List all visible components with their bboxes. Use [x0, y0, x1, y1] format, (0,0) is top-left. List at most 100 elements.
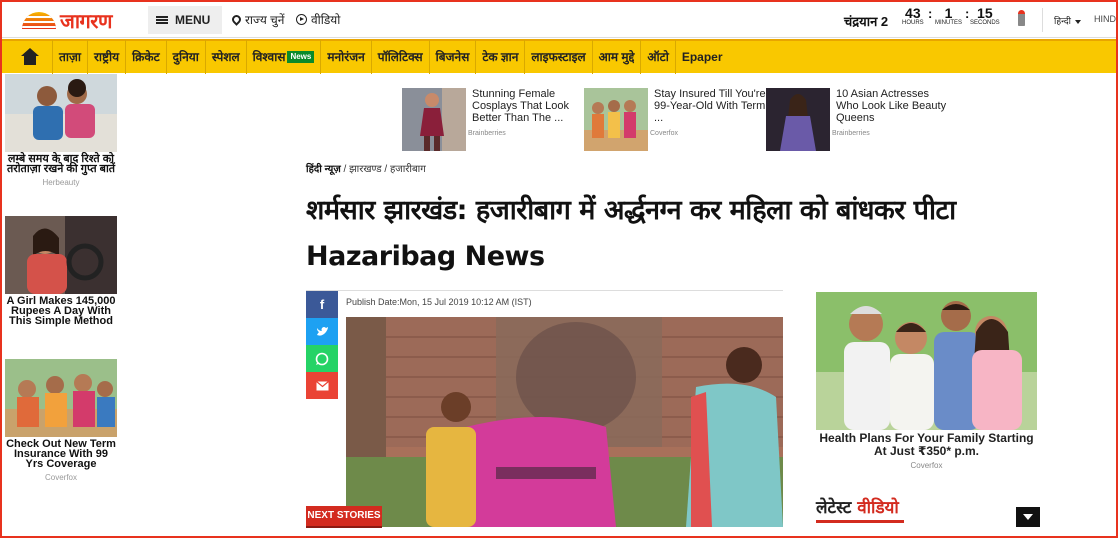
- article-image: [346, 317, 783, 527]
- ad-image: [5, 74, 117, 152]
- language-alt-label[interactable]: HINDI: [1094, 14, 1116, 24]
- main-nav: ताज़ा राष्ट्रीय क्रिकेट दुनिया स्पेशल वि…: [2, 39, 1116, 74]
- nav-item-cricket[interactable]: क्रिकेट: [125, 40, 166, 74]
- next-stories-button[interactable]: NEXT STORIES: [306, 506, 382, 526]
- ad-image: [5, 359, 117, 437]
- logo-text: जागरण: [60, 9, 112, 33]
- twitter-icon: [316, 327, 328, 336]
- rocket-icon: [1018, 10, 1025, 26]
- email-icon: [315, 380, 329, 390]
- left-ad-1[interactable]: लम्बे समय के बाद रिश्ते को तरोताज़ा रखने…: [5, 74, 117, 187]
- nav-item-vishwas-label: विश्वास: [252, 50, 286, 64]
- publish-date: Publish Date:Mon, 15 Jul 2019 10:12 AM (…: [346, 297, 532, 307]
- whatsapp-icon: [315, 352, 329, 365]
- ad-caption: लम्बे समय के बाद रिश्ते को तरोताज़ा रखने…: [6, 153, 116, 175]
- breadcrumb-separator: /: [343, 164, 347, 175]
- title-divider: [306, 290, 783, 291]
- ad-source: Brainberries: [468, 130, 506, 137]
- page-frame: जागरण MENU राज्य चुनें वीडियो चंद्रयान 2…: [0, 0, 1118, 538]
- countdown-separator: :: [928, 6, 933, 21]
- nav-item-rashtriya[interactable]: राष्ट्रीय: [86, 40, 125, 74]
- nav-item-special[interactable]: स्पेशल: [204, 40, 246, 74]
- left-ad-3[interactable]: Check Out New Term Insurance With 99 Yrs…: [5, 359, 117, 482]
- couple-photo: [5, 74, 117, 152]
- header-divider: [1042, 8, 1043, 32]
- location-pin-icon: [230, 13, 243, 26]
- state-selector-label: राज्य चुनें: [245, 13, 285, 27]
- nav-item-politics[interactable]: पॉलिटिक्स: [370, 40, 429, 74]
- state-selector[interactable]: राज्य चुनें: [230, 11, 285, 28]
- ad-title: Stunning Female Cosplays That Look Bette…: [472, 88, 570, 124]
- countdown-seconds-unit: SECONDS: [970, 20, 1000, 26]
- menu-button[interactable]: MENU: [148, 6, 222, 34]
- jagran-logo[interactable]: जागरण: [22, 7, 112, 34]
- countdown-separator: :: [965, 6, 970, 21]
- nav-item-manoranjan[interactable]: मनोरंजन: [320, 40, 370, 74]
- family-photo: [5, 359, 117, 437]
- ad-caption: A Girl Makes 145,000 Rupees A Day With T…: [6, 295, 116, 327]
- nav-item-tech[interactable]: टेक ज्ञान: [475, 40, 524, 74]
- language-select[interactable]: हिन्दी: [1054, 14, 1081, 27]
- news-badge: News: [287, 51, 315, 63]
- nav-item-aam-mudde[interactable]: आम मुद्दे: [591, 40, 641, 74]
- ad-source: Coverfox: [650, 130, 679, 137]
- family-health-photo: [816, 292, 1037, 430]
- right-ad-source: Coverfox: [910, 461, 943, 470]
- nav-item-duniya[interactable]: दुनिया: [165, 40, 205, 74]
- ad-source: Herbeauty: [42, 178, 80, 187]
- actress-photo: [766, 88, 830, 151]
- countdown-minutes-unit: MINUTES: [935, 20, 962, 26]
- nav-item-epaper[interactable]: Epaper: [674, 40, 729, 74]
- nav-item-lifestyle[interactable]: लाइफस्टाइल: [524, 40, 591, 74]
- family-insurance-photo: [584, 88, 648, 151]
- right-ad-image[interactable]: [816, 292, 1037, 430]
- ad-image: [5, 216, 117, 294]
- home-icon[interactable]: [20, 48, 40, 66]
- countdown-hours-unit: HOURS: [902, 20, 924, 26]
- ad-caption: Check Out New Term Insurance With 99 Yrs…: [6, 438, 116, 470]
- countdown-seconds: 15 SECONDS: [970, 6, 1000, 26]
- countdown-hours-value: 43: [905, 5, 921, 21]
- left-ad-2[interactable]: A Girl Makes 145,000 Rupees A Day With T…: [5, 216, 117, 327]
- latest-videos-part1: लेटेस्ट: [816, 498, 852, 518]
- chandrayaan-label[interactable]: चंद्रयान 2: [844, 12, 888, 30]
- countdown-hours: 43 HOURS: [902, 6, 924, 26]
- facebook-icon: f: [319, 297, 325, 312]
- countdown-minutes: 1 MINUTES: [935, 6, 962, 26]
- breadcrumb-level1[interactable]: झारखण्ड: [349, 164, 382, 175]
- whatsapp-share-button[interactable]: [306, 345, 338, 372]
- chevron-down-icon[interactable]: [1016, 507, 1040, 527]
- top-header: जागरण MENU राज्य चुनें वीडियो चंद्रयान 2…: [2, 2, 1116, 38]
- nav-item-business[interactable]: बिजनेस: [428, 40, 476, 74]
- nav-item-auto[interactable]: ऑटो: [640, 40, 674, 74]
- countdown-seconds-value: 15: [977, 5, 993, 21]
- article-photo: [346, 317, 783, 527]
- article-title: शर्मसार झारखंड: हजारीबाग में अर्द्धनग्न …: [306, 195, 956, 272]
- facebook-share-button[interactable]: f: [306, 291, 338, 318]
- breadcrumb-level2[interactable]: हजारीबाग: [390, 164, 426, 175]
- right-ad-caption[interactable]: Health Plans For Your Family Starting At…: [816, 432, 1037, 458]
- woman-driving-photo: [5, 216, 117, 294]
- ad-title: 10 Asian Actresses Who Look Like Beauty …: [836, 88, 947, 124]
- twitter-share-button[interactable]: [306, 318, 338, 345]
- latest-videos-heading[interactable]: लेटेस्ट वीडियो: [816, 495, 899, 518]
- ad-image: [766, 88, 830, 151]
- menu-label: MENU: [175, 13, 211, 27]
- ad-image: [402, 88, 466, 151]
- ad-source: Coverfox: [44, 473, 77, 482]
- latest-videos-part2: वीडियो: [857, 498, 899, 518]
- nav-item-taaza[interactable]: ताज़ा: [52, 40, 87, 74]
- countdown-minutes-value: 1: [944, 5, 953, 21]
- sun-logo-icon: [22, 12, 56, 29]
- breadcrumb-home[interactable]: हिंदी न्यूज़: [306, 164, 341, 175]
- video-link[interactable]: वीडियो: [296, 11, 340, 28]
- cosplay-photo: [402, 88, 466, 151]
- breadcrumb-separator: /: [384, 164, 388, 175]
- ad-image: [584, 88, 648, 151]
- nav-item-vishwas[interactable]: विश्वास News: [245, 40, 321, 74]
- email-share-button[interactable]: [306, 372, 338, 399]
- ad-title: Stay Insured Till You're 99-Year-Old Wit…: [654, 88, 766, 124]
- breadcrumb: हिंदी न्यूज़ / झारखण्ड / हजारीबाग: [306, 161, 426, 175]
- play-icon: [296, 14, 307, 25]
- latest-videos-underline: [816, 520, 904, 523]
